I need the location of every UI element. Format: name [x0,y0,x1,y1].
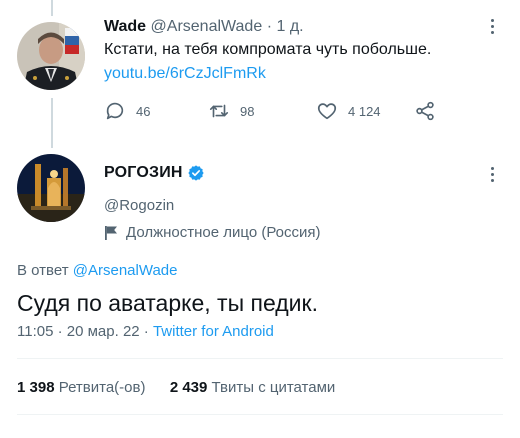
tweet2-author-name[interactable]: РОГОЗИН [104,163,183,183]
avatar[interactable] [17,22,85,90]
more-icon[interactable] [482,164,502,184]
tweet1-author-name[interactable]: Wade [104,18,146,35]
reply-button[interactable]: 46 [104,100,150,122]
retweet-button[interactable]: 98 [208,100,254,122]
account-label: Должностное лицо (Россия) [104,223,321,243]
account-label-text: Должностное лицо (Россия) [126,224,321,241]
avatar[interactable] [17,154,85,222]
tweet2-author-handle[interactable]: @Rogozin [104,196,174,216]
tweet-meta: 11:05 · 20 мар. 22 · Twitter for Android [17,322,274,342]
more-icon[interactable] [482,16,502,36]
tweet-timestamp[interactable]: 11:05 · 20 мар. 22 · [17,323,149,340]
tweet2-author-name-row: РОГОЗИН [104,163,205,183]
quotes-label: Твиты с цитатами [211,379,336,396]
tweet-source[interactable]: Twitter for Android [153,323,274,340]
retweets-count: 1 398 [17,379,55,396]
retweets-label: Ретвита(-ов) [58,379,146,396]
verified-badge-icon [188,165,204,181]
reply-count: 46 [136,103,151,119]
divider [17,358,503,359]
reply-prefix: В ответ [17,262,69,279]
tweet1-text: Кстати, на тебя компромата чуть побольше… [104,41,432,58]
retweets-stat[interactable]: 1 398 Ретвита(-ов) [17,379,150,396]
retweet-icon [209,104,229,118]
tweet1-header: Wade @ArsenalWade · 1 д. [104,17,304,37]
tweet1-actions: 46 98 4 124 [104,100,464,122]
share-icon [416,101,434,121]
tweet1-author-handle[interactable]: @ArsenalWade [151,18,263,35]
quotes-stat[interactable]: 2 439 Твиты с цитатами [170,379,335,396]
reply-icon [106,102,124,120]
divider [17,414,503,415]
share-button[interactable] [414,100,436,122]
quotes-count: 2 439 [169,379,208,396]
tweet1-time[interactable]: 1 д. [276,18,303,35]
retweet-count: 98 [240,103,255,119]
heart-icon [317,103,337,120]
reply-context: В ответ @ArsenalWade [17,261,177,281]
thread-line-top [51,0,53,16]
tweet1-link[interactable]: youtu.be/6rCzJclFmRk [104,64,266,84]
like-count: 4 124 [348,103,381,119]
flag-icon [105,226,117,240]
tweet1-separator: · [266,18,273,35]
thread-line-connector [51,98,53,148]
tweet2-text: Судя по аватарке, ты педик. [17,290,318,316]
tweet-stats: 1 398 Ретвита(-ов) 2 439 Твиты с цитатам… [17,378,335,398]
reply-mention[interactable]: @ArsenalWade [73,262,178,279]
like-button[interactable]: 4 124 [316,100,381,122]
